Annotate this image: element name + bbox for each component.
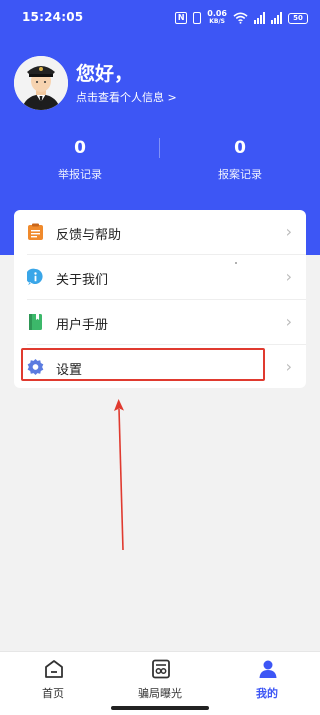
nav-home[interactable]: 首页 <box>0 652 106 715</box>
menu-item-label: 反馈与帮助 <box>56 228 122 243</box>
menu-item-about[interactable]: 关于我们 › <box>14 255 306 299</box>
chevron-right-icon: › <box>285 222 292 241</box>
settings-highlight-box <box>21 348 265 381</box>
report-records-count: 0 <box>74 138 86 158</box>
exposure-icon <box>152 659 170 679</box>
menu-item-manual[interactable]: 用户手册 › <box>14 300 306 344</box>
status-time: 15:24:05 <box>22 10 84 24</box>
network-speed-unit: KB/S <box>209 18 225 25</box>
clipboard-icon <box>28 223 43 240</box>
status-bar: 15:24:05 N 0.06 KB/S 50 <box>0 0 320 34</box>
home-indicator[interactable] <box>111 706 209 710</box>
menu-item-label: 关于我们 <box>56 273 109 288</box>
nfc-icon: N <box>175 12 188 24</box>
chevron-right-icon: › <box>285 312 292 331</box>
nav-home-label: 首页 <box>42 687 64 700</box>
wifi-icon <box>233 12 248 24</box>
nav-mine[interactable]: 我的 <box>214 652 320 715</box>
user-icon <box>259 660 277 678</box>
vibrate-icon <box>193 12 202 24</box>
case-records-label: 报案记录 <box>218 168 262 181</box>
police-avatar-icon <box>14 56 68 110</box>
report-records[interactable]: 0 举报记录 <box>0 138 160 182</box>
menu-item-label: 用户手册 <box>56 318 109 333</box>
avatar[interactable] <box>14 56 68 110</box>
signal-icon-2 <box>271 12 282 24</box>
book-icon <box>29 314 42 330</box>
network-speed: 0.06 KB/S <box>207 10 227 26</box>
signal-icon <box>254 12 265 24</box>
case-records[interactable]: 0 报案记录 <box>160 138 320 182</box>
case-records-count: 0 <box>234 138 246 158</box>
home-icon <box>45 660 63 678</box>
status-icons: N 0.06 KB/S 50 <box>175 10 308 26</box>
network-speed-value: 0.06 <box>207 9 227 18</box>
view-profile-link[interactable]: 点击查看个人信息 > <box>76 89 177 105</box>
menu-item-feedback[interactable]: 反馈与帮助 › <box>14 210 306 254</box>
chevron-right-icon: › <box>285 267 292 286</box>
nav-mine-label: 我的 <box>256 687 278 700</box>
info-icon <box>27 268 43 285</box>
annotation-arrow-icon <box>114 399 124 551</box>
greeting-text: 您好， <box>76 63 134 85</box>
chevron-right-icon: › <box>285 357 292 376</box>
battery-icon: 50 <box>288 12 308 24</box>
report-records-label: 举报记录 <box>58 168 102 181</box>
nav-scam-exposure-label: 骗局曝光 <box>138 687 182 700</box>
stray-dot <box>235 262 237 264</box>
